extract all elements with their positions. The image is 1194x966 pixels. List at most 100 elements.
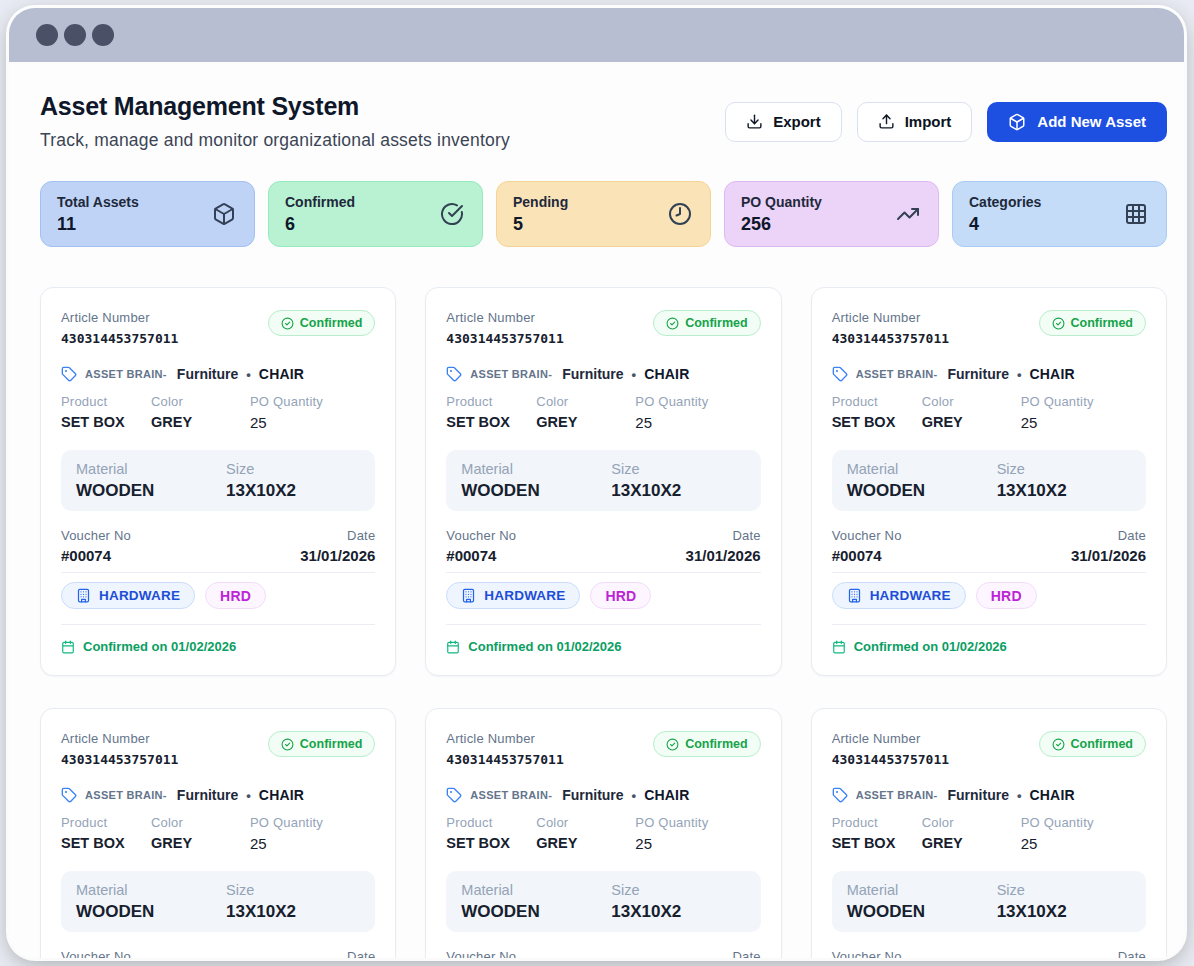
trending-up-icon bbox=[896, 202, 920, 226]
date-label: Date bbox=[347, 949, 375, 958]
voucher-value: #00074 bbox=[446, 546, 516, 565]
article-number-value: 430314453757011 bbox=[832, 750, 949, 770]
asset-card: Article Number 430314453757011 Confirmed… bbox=[811, 287, 1167, 676]
po-quantity-label: PO Quantity bbox=[250, 394, 323, 410]
size-value: 13X10X2 bbox=[997, 901, 1067, 922]
product-label: Product bbox=[446, 394, 536, 410]
po-quantity-label: PO Quantity bbox=[250, 815, 323, 831]
header-actions: Export Import Add New Asset bbox=[725, 102, 1167, 142]
circle-check-icon bbox=[666, 738, 679, 751]
product-label: Product bbox=[61, 394, 151, 410]
confirmed-footer: Confirmed on 01/02/2026 bbox=[832, 639, 1146, 654]
date-value: 31/01/2026 bbox=[686, 546, 761, 565]
category-row: ASSET BRAIN- Furniture • CHAIR bbox=[446, 364, 760, 384]
hrd-badge-label: HRD bbox=[991, 588, 1022, 604]
tag-icon bbox=[832, 787, 848, 803]
page-header: Asset Management System Track, manage an… bbox=[40, 92, 1167, 151]
brand-label: ASSET BRAIN- bbox=[470, 368, 552, 380]
material-size-panel: Material WOODEN Size 13X10X2 bbox=[446, 450, 760, 511]
category-row: ASSET BRAIN- Furniture • CHAIR bbox=[61, 785, 375, 805]
stats-row: Total Assets 11 Confirmed 6 Pending bbox=[40, 181, 1167, 247]
upload-icon bbox=[878, 113, 895, 130]
stat-label: PO Quantity bbox=[741, 194, 822, 210]
hardware-badge-label: HARDWARE bbox=[99, 588, 180, 603]
circle-check-icon bbox=[281, 317, 294, 330]
status-badge-label: Confirmed bbox=[1071, 316, 1134, 330]
status-badge: Confirmed bbox=[653, 310, 761, 336]
status-badge: Confirmed bbox=[653, 731, 761, 757]
po-quantity-value: 25 bbox=[635, 834, 708, 853]
category-label: Furniture bbox=[177, 787, 238, 803]
subcategory-label: CHAIR bbox=[259, 366, 304, 382]
export-label: Export bbox=[773, 113, 821, 130]
material-size-panel: Material WOODEN Size 13X10X2 bbox=[832, 450, 1146, 511]
page-title: Asset Management System bbox=[40, 92, 510, 121]
color-value: GREY bbox=[536, 413, 635, 432]
voucher-label: Voucher No bbox=[832, 949, 902, 958]
date-label: Date bbox=[732, 949, 760, 958]
po-quantity-value: 25 bbox=[250, 834, 323, 853]
check-circle-icon bbox=[440, 202, 464, 226]
hardware-badge-label: HARDWARE bbox=[870, 588, 951, 603]
color-value: GREY bbox=[536, 834, 635, 853]
hardware-badge: HARDWARE bbox=[832, 582, 966, 609]
tag-icon bbox=[61, 787, 77, 803]
confirmed-footer: Confirmed on 01/02/2026 bbox=[61, 639, 375, 654]
subcategory-label: CHAIR bbox=[1030, 366, 1075, 382]
asset-card-grid: Article Number 430314453757011 Confirmed… bbox=[40, 287, 1167, 958]
separator-dot: • bbox=[1017, 788, 1022, 803]
package-icon bbox=[1008, 113, 1026, 131]
size-label: Size bbox=[611, 881, 681, 899]
window-control-close[interactable] bbox=[36, 24, 58, 46]
color-label: Color bbox=[922, 394, 1021, 410]
product-value: SET BOX bbox=[446, 413, 536, 432]
status-badge-label: Confirmed bbox=[685, 316, 748, 330]
separator-dot: • bbox=[632, 788, 637, 803]
window-control-maximize[interactable] bbox=[92, 24, 114, 46]
po-quantity-label: PO Quantity bbox=[635, 394, 708, 410]
add-new-asset-button[interactable]: Add New Asset bbox=[987, 102, 1167, 142]
date-value: 31/01/2026 bbox=[1071, 546, 1146, 565]
stat-card: Categories 4 bbox=[952, 181, 1167, 247]
voucher-value: #00074 bbox=[61, 546, 131, 565]
article-number-label: Article Number bbox=[446, 731, 563, 747]
building-icon bbox=[461, 588, 476, 603]
hrd-badge-label: HRD bbox=[220, 588, 251, 604]
circle-check-icon bbox=[1052, 317, 1065, 330]
product-value: SET BOX bbox=[61, 834, 151, 853]
status-badge-label: Confirmed bbox=[300, 737, 363, 751]
tag-badges: HARDWARE HRD bbox=[832, 582, 1146, 609]
article-number-label: Article Number bbox=[61, 731, 178, 747]
calendar-icon bbox=[61, 640, 75, 654]
stat-label: Pending bbox=[513, 194, 568, 210]
date-label: Date bbox=[347, 528, 375, 544]
export-button[interactable]: Export bbox=[725, 102, 842, 142]
import-button[interactable]: Import bbox=[857, 102, 973, 142]
subcategory-label: CHAIR bbox=[644, 787, 689, 803]
status-badge: Confirmed bbox=[268, 310, 376, 336]
product-label: Product bbox=[61, 815, 151, 831]
circle-check-icon bbox=[1052, 738, 1065, 751]
material-label: Material bbox=[76, 460, 226, 478]
category-label: Furniture bbox=[562, 787, 623, 803]
stat-card: PO Quantity 256 bbox=[724, 181, 939, 247]
hardware-badge-label: HARDWARE bbox=[484, 588, 565, 603]
calendar-icon bbox=[446, 640, 460, 654]
category-row: ASSET BRAIN- Furniture • CHAIR bbox=[832, 364, 1146, 384]
po-quantity-value: 25 bbox=[1021, 413, 1094, 432]
article-number-label: Article Number bbox=[446, 310, 563, 326]
asset-card: Article Number 430314453757011 Confirmed… bbox=[40, 287, 396, 676]
stat-label: Confirmed bbox=[285, 194, 355, 210]
stat-label: Total Assets bbox=[57, 194, 139, 210]
category-row: ASSET BRAIN- Furniture • CHAIR bbox=[446, 785, 760, 805]
circle-check-icon bbox=[666, 317, 679, 330]
material-size-panel: Material WOODEN Size 13X10X2 bbox=[832, 871, 1146, 932]
subcategory-label: CHAIR bbox=[259, 787, 304, 803]
window-control-minimize[interactable] bbox=[64, 24, 86, 46]
color-label: Color bbox=[151, 815, 250, 831]
package-icon bbox=[212, 202, 236, 226]
subcategory-label: CHAIR bbox=[1030, 787, 1075, 803]
subcategory-label: CHAIR bbox=[644, 366, 689, 382]
circle-check-icon bbox=[281, 738, 294, 751]
article-number-value: 430314453757011 bbox=[446, 750, 563, 770]
